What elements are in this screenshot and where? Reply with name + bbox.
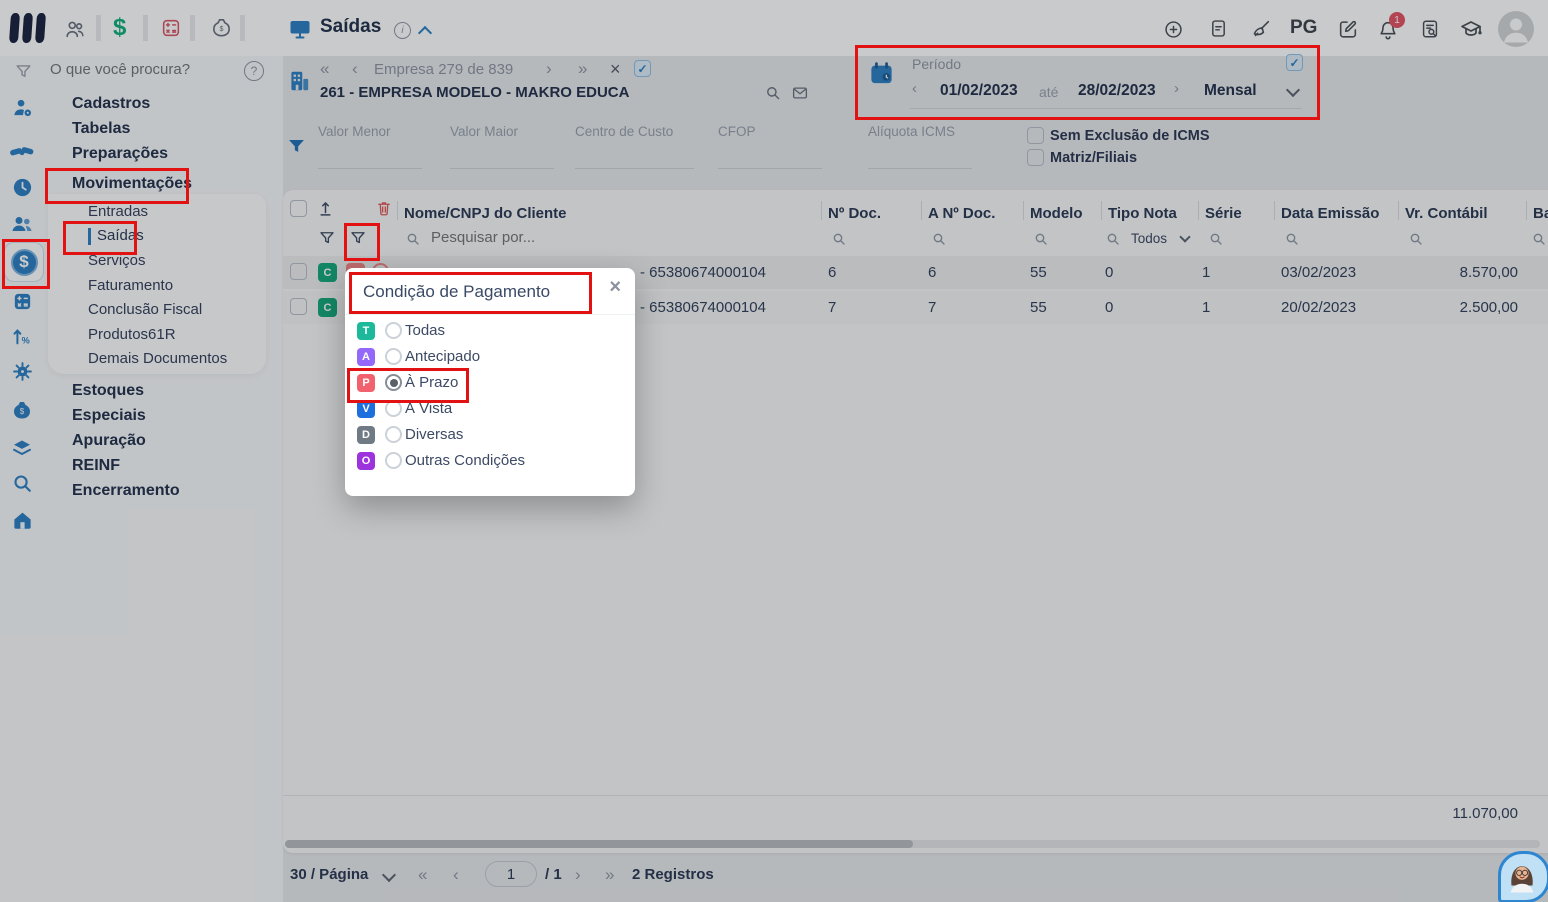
radio-diversas[interactable]: [385, 426, 402, 443]
option-a-vista[interactable]: V À Vista: [345, 396, 635, 422]
radio-a-prazo[interactable]: [385, 374, 402, 391]
badge-a: A: [357, 348, 375, 366]
popup-close-button[interactable]: ×: [609, 276, 621, 299]
modal-dim-overlay[interactable]: [0, 0, 1548, 902]
badge-v: V: [357, 400, 375, 418]
option-label: À Vista: [405, 400, 453, 417]
popup-title: Condição de Pagamento: [363, 282, 551, 301]
radio-todas[interactable]: [385, 322, 402, 339]
app-window: $ $ PG 1 O que você procura? ? $ % $ Cad…: [0, 0, 1548, 902]
badge-o: O: [357, 452, 375, 470]
popup-divider: [345, 314, 635, 315]
option-outras-condicoes[interactable]: O Outras Condições: [345, 448, 635, 474]
option-label: Antecipado: [405, 348, 481, 365]
option-todas[interactable]: T Todas: [345, 318, 635, 344]
radio-outras[interactable]: [385, 452, 402, 469]
badge-p: P: [357, 374, 375, 392]
badge-t: T: [357, 322, 375, 340]
option-antecipado[interactable]: A Antecipado: [345, 344, 635, 370]
option-label: Diversas: [405, 426, 464, 443]
payment-condition-popup: Condição de Pagamento × T Todas A Anteci…: [345, 268, 635, 496]
option-diversas[interactable]: D Diversas: [345, 422, 635, 448]
option-label: Todas: [405, 322, 446, 339]
radio-a-vista[interactable]: [385, 400, 402, 417]
radio-antecipado[interactable]: [385, 348, 402, 365]
option-a-prazo[interactable]: P À Prazo: [345, 370, 635, 396]
option-label: À Prazo: [405, 374, 459, 391]
assistant-avatar[interactable]: [1498, 851, 1548, 902]
badge-d: D: [357, 426, 375, 444]
option-label: Outras Condições: [405, 452, 526, 469]
